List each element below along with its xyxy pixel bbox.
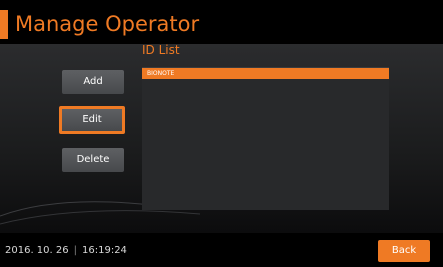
edit-button[interactable]: Edit — [59, 106, 125, 134]
id-list-label: ID List — [142, 43, 180, 57]
time-text: 16:19:24 — [82, 245, 127, 256]
add-button[interactable]: Add — [62, 70, 124, 94]
delete-button[interactable]: Delete — [62, 148, 124, 172]
page-title: Manage Operator — [15, 12, 200, 36]
back-button[interactable]: Back — [378, 240, 430, 262]
id-list[interactable]: BIONOTE — [142, 67, 389, 210]
status-bar: 2016. 10. 26 | 16:19:24 Back — [0, 233, 443, 267]
datetime-display: 2016. 10. 26 | 16:19:24 — [5, 245, 127, 257]
id-list-item[interactable]: BIONOTE — [142, 68, 389, 79]
manage-operator-screen: Manage Operator ID List BIONOTE Add Edit… — [0, 0, 443, 267]
title-accent-bar — [0, 10, 8, 39]
datetime-separator: | — [73, 245, 77, 256]
date-text: 2016. 10. 26 — [5, 245, 69, 256]
